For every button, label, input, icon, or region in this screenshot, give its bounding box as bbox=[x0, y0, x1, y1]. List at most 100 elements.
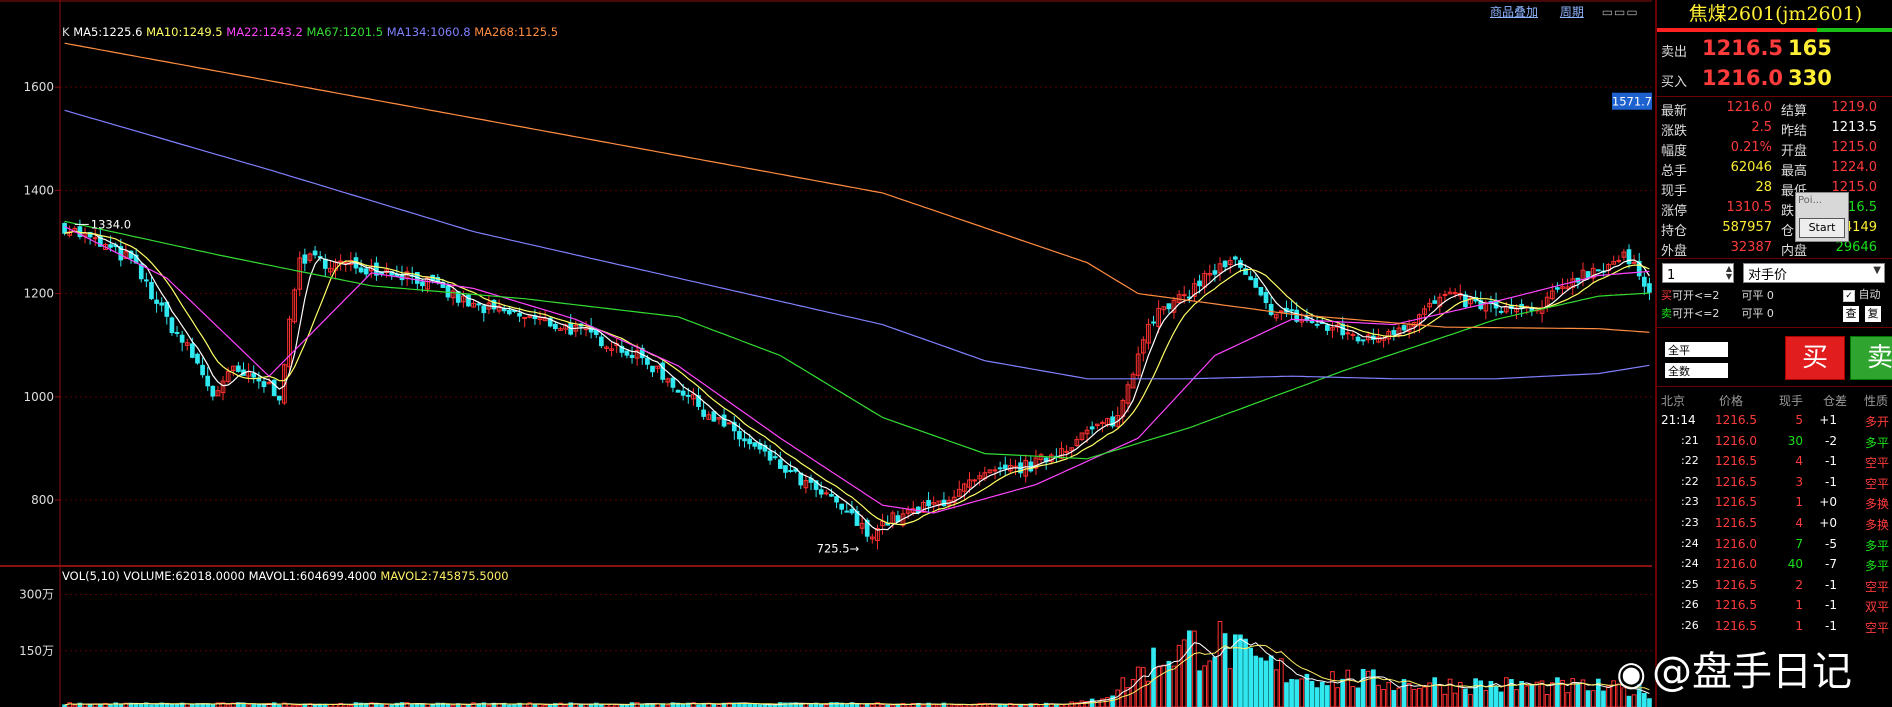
volume-bar bbox=[1263, 660, 1269, 707]
tick-nature: 多平 bbox=[1865, 538, 1890, 553]
volume-bar bbox=[1647, 698, 1652, 707]
ask-label: 卖出 bbox=[1661, 45, 1688, 60]
tick-oi-diff: -1 bbox=[1825, 474, 1837, 489]
candle-body bbox=[1391, 330, 1397, 335]
candle-body bbox=[210, 385, 216, 397]
sell-button[interactable]: 卖 bbox=[1850, 336, 1892, 380]
candle-body bbox=[251, 373, 257, 378]
tick-time: :24 bbox=[1681, 536, 1699, 550]
bid-row: 买入 1216.0 330 bbox=[1657, 66, 1892, 94]
candle-body bbox=[767, 450, 773, 461]
all-qty-button[interactable]: 全数 bbox=[1665, 363, 1728, 378]
candle-body bbox=[823, 492, 829, 495]
candle-body bbox=[772, 456, 778, 459]
volume-bar bbox=[1197, 670, 1202, 707]
volume-bar bbox=[1289, 678, 1294, 707]
window-buttons[interactable]: ▭▭▭ bbox=[1602, 5, 1639, 19]
candle-body bbox=[599, 336, 604, 347]
candle-body bbox=[179, 334, 185, 343]
price-tick-label: 1600 bbox=[23, 80, 54, 94]
candle-body bbox=[1309, 320, 1315, 324]
tick-row: :26 1216.5 1 -1 双平 bbox=[1657, 596, 1892, 616]
candle-body bbox=[818, 489, 824, 495]
candle-body bbox=[522, 317, 528, 320]
chart-area[interactable]: 800 1000 1200 1400 1600 300万 150万 K MA5:1225.6 … bbox=[0, 0, 1652, 707]
contract-title: 焦煤2601(jm2601) bbox=[1688, 3, 1863, 25]
extreme-label: 725.5→ bbox=[817, 542, 860, 556]
stat-label: 最新 bbox=[1661, 104, 1688, 119]
tick-oi-diff: -2 bbox=[1825, 433, 1837, 448]
volume-bar bbox=[1575, 683, 1581, 707]
candle-body bbox=[302, 254, 308, 264]
tick-time: :25 bbox=[1681, 577, 1699, 591]
price-legend: K MA5:1225.6 MA10:1249.5 MA22:1243.2 MA6… bbox=[62, 25, 558, 39]
stat-value: 1216.0 bbox=[1726, 100, 1773, 115]
tick-price: 1216.0 bbox=[1715, 433, 1757, 448]
candle-body bbox=[1166, 303, 1172, 310]
candle-body bbox=[322, 258, 328, 269]
stat-value: 29646 bbox=[1835, 240, 1877, 255]
stat-label: 持仓 bbox=[1661, 224, 1688, 239]
tick-oi-diff: +1 bbox=[1819, 413, 1837, 427]
tick-row: :26 1216.5 1 -1 空平 bbox=[1657, 617, 1892, 637]
tick-nature: 多平 bbox=[1865, 435, 1890, 450]
candle-body bbox=[169, 317, 175, 334]
volume-bar bbox=[1401, 679, 1407, 707]
check-button[interactable]: 查 bbox=[1843, 306, 1859, 322]
candle-body bbox=[1212, 270, 1218, 275]
chart-background bbox=[0, 0, 1652, 707]
candle-body bbox=[174, 331, 180, 334]
tick-row: :25 1216.5 2 -1 空平 bbox=[1657, 576, 1892, 596]
candle-body bbox=[645, 357, 650, 365]
tick-row: :24 1216.0 40 -7 多平 bbox=[1657, 555, 1892, 575]
candle-body bbox=[670, 377, 676, 388]
current-price-tag: 1571.7 bbox=[1612, 95, 1652, 109]
candle-body bbox=[629, 354, 635, 358]
legend-mavol2: MAVOL2:745875.5000 bbox=[380, 569, 508, 583]
volume-bar bbox=[1601, 690, 1606, 707]
volume-bar bbox=[1151, 647, 1156, 707]
tick-oi-diff: +0 bbox=[1819, 495, 1837, 510]
period-link[interactable]: 周期 bbox=[1560, 5, 1584, 19]
reset-button[interactable]: 复 bbox=[1865, 306, 1881, 322]
tick-price: 1216.0 bbox=[1715, 557, 1757, 572]
volume-bar bbox=[1498, 691, 1504, 707]
overlay-link[interactable]: 商品叠加 bbox=[1490, 5, 1538, 19]
candle-body bbox=[1647, 283, 1652, 293]
flat-all-button[interactable]: 全平 bbox=[1665, 342, 1728, 357]
candle-body bbox=[1432, 300, 1438, 304]
popup[interactable]: Poi... Start bbox=[1795, 192, 1849, 242]
candle-body bbox=[338, 260, 343, 263]
price-volume-chart[interactable]: 800 1000 1200 1400 1600 300万 150万 K MA5:1225.6 … bbox=[0, 0, 1652, 707]
candle-body bbox=[1360, 339, 1366, 342]
start-button[interactable]: Start bbox=[1799, 218, 1845, 238]
top-links: 商品叠加 周期 ▭▭▭ bbox=[1490, 3, 1639, 20]
legend-kind: K bbox=[62, 25, 73, 39]
qty-input[interactable]: 1 ▲ ▼ bbox=[1662, 263, 1734, 283]
volume-bar bbox=[1238, 634, 1243, 707]
auto-checkbox[interactable]: ✓ 自动 bbox=[1843, 286, 1881, 302]
candle-body bbox=[1197, 280, 1202, 287]
sell-tag: 卖 bbox=[1661, 307, 1672, 320]
volume-bar bbox=[1355, 687, 1361, 707]
price-tick-label: 1400 bbox=[23, 183, 54, 197]
volume-tick-label: 300万 bbox=[19, 588, 54, 602]
buy-button[interactable]: 买 bbox=[1785, 336, 1845, 380]
price-type-select[interactable]: 对手价 ▼ bbox=[1743, 263, 1885, 283]
candle-body bbox=[507, 309, 512, 315]
candle-body bbox=[1345, 332, 1351, 335]
checkbox-icon[interactable]: ✓ bbox=[1843, 290, 1855, 302]
close-sell: 可平 0 bbox=[1741, 307, 1774, 320]
candle-body bbox=[1401, 325, 1407, 331]
quote-row: 现手 28 最低 1215.0 bbox=[1657, 178, 1892, 199]
tick-price: 1216.5 bbox=[1715, 413, 1757, 427]
stat-label: 内盘 bbox=[1781, 244, 1808, 259]
candle-body bbox=[834, 496, 839, 503]
qty-spin-icon[interactable]: ▲ ▼ bbox=[1726, 265, 1732, 281]
candle-body bbox=[62, 222, 67, 234]
candle-body bbox=[777, 459, 783, 469]
candle-body bbox=[1631, 261, 1637, 264]
extreme-label: 1334.0 bbox=[91, 217, 131, 231]
volume-bar bbox=[1585, 690, 1591, 707]
price-tick-label: 800 bbox=[31, 493, 54, 507]
